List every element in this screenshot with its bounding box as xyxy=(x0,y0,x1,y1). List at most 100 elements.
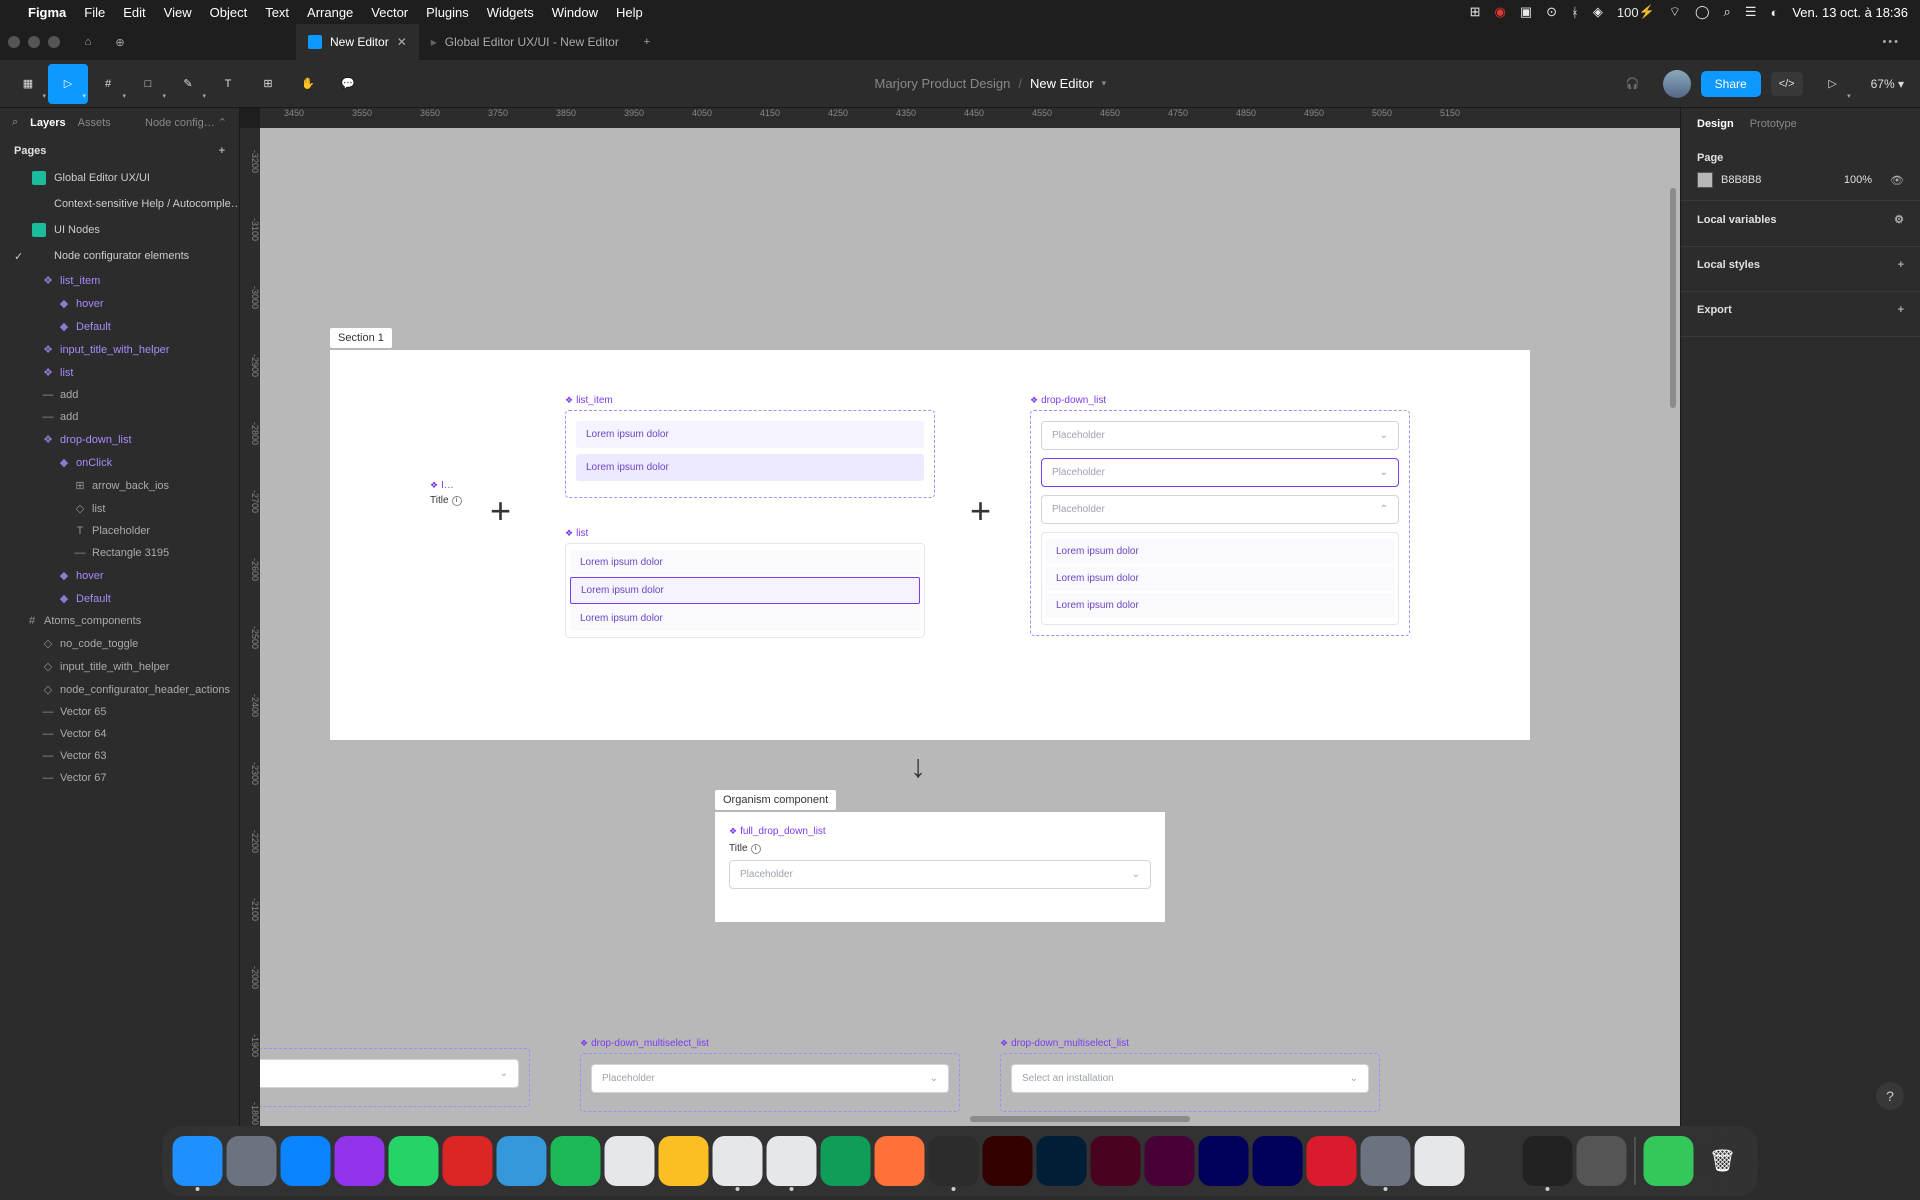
section-frame[interactable]: I… Titlei + list_item Lorem ipsum dolor … xyxy=(330,350,1530,740)
tab-new-editor[interactable]: New Editor ✕ xyxy=(296,24,419,60)
color-hex[interactable]: B8B8B8 xyxy=(1721,174,1761,186)
layer-row[interactable]: ◆Default xyxy=(0,315,239,338)
dock-app-creative-cloud[interactable] xyxy=(1307,1136,1357,1186)
menu-arrange[interactable]: Arrange xyxy=(307,5,353,20)
display-icon[interactable]: ▣ xyxy=(1520,4,1532,20)
share-button[interactable]: Share xyxy=(1701,71,1761,97)
wifi-icon[interactable]: ⌔ xyxy=(1669,4,1681,20)
audio-icon[interactable]: 🎧 xyxy=(1613,64,1653,104)
search-icon[interactable]: ⌕ xyxy=(12,116,18,129)
close-tab-icon[interactable]: ✕ xyxy=(397,35,407,49)
color-opacity[interactable]: 100% xyxy=(1844,174,1872,186)
dropdown-option[interactable]: Lorem ipsum dolor xyxy=(1046,539,1394,564)
dock-app-figma[interactable] xyxy=(929,1136,979,1186)
community-tab[interactable]: ⊕ xyxy=(106,28,134,56)
dev-mode-toggle[interactable]: </> xyxy=(1771,72,1803,96)
layer-row[interactable]: ◇list xyxy=(0,497,239,520)
shape-tool[interactable]: □▾ xyxy=(128,64,168,104)
mini-tab-1[interactable] xyxy=(138,28,166,56)
page-row[interactable]: Context-sensitive Help / Autocomple… xyxy=(0,191,239,217)
list-item-hover[interactable]: Lorem ipsum dolor xyxy=(576,454,924,481)
layer-row[interactable]: ◆hover xyxy=(0,564,239,587)
layers-tab[interactable]: Layers xyxy=(30,117,65,129)
layer-row[interactable]: ◆hover xyxy=(0,292,239,315)
mini-tab-2[interactable] xyxy=(170,28,198,56)
layer-row[interactable]: ❖input_title_with_helper xyxy=(0,338,239,361)
spotlight-icon[interactable]: ⌕ xyxy=(1724,4,1731,20)
traffic-lights[interactable] xyxy=(8,36,60,48)
layer-row[interactable]: —Vector 63 xyxy=(0,745,239,767)
tab-overflow-icon[interactable]: ••• xyxy=(1870,36,1912,48)
color-swatch[interactable] xyxy=(1697,172,1713,188)
avatar[interactable] xyxy=(1663,70,1691,98)
new-tab-button[interactable]: + xyxy=(633,28,661,56)
dropdown-option[interactable]: Lorem ipsum dolor xyxy=(1046,593,1394,618)
layer-row[interactable]: ◇node_configurator_header_actions xyxy=(0,678,239,701)
menu-view[interactable]: View xyxy=(164,5,192,20)
dock-app-fontbook[interactable] xyxy=(1415,1136,1465,1186)
dock-app-finder[interactable] xyxy=(173,1136,223,1186)
dock-app-facetime[interactable] xyxy=(1644,1136,1694,1186)
list-item[interactable]: Lorem ipsum dolor xyxy=(570,550,920,575)
layers-list[interactable]: ❖list_item◆hover◆Default❖input_title_wit… xyxy=(0,269,239,1126)
layer-row[interactable]: ◆Default xyxy=(0,587,239,610)
menu-plugins[interactable]: Plugins xyxy=(426,5,469,20)
list-item-default[interactable]: Lorem ipsum dolor xyxy=(576,421,924,448)
visibility-icon[interactable]: 👁 xyxy=(1890,174,1904,187)
dock-app-qq-browser[interactable] xyxy=(497,1136,547,1186)
menu-text[interactable]: Text xyxy=(265,5,289,20)
battery-icon[interactable]: 100⚡ xyxy=(1617,4,1655,20)
layer-row[interactable]: TPlaceholder xyxy=(0,520,239,542)
layer-row[interactable]: ❖list xyxy=(0,361,239,384)
layer-row[interactable]: ❖list_item xyxy=(0,269,239,292)
prototype-tab[interactable]: Prototype xyxy=(1750,118,1797,130)
scrollbar-horizontal[interactable] xyxy=(970,1116,1190,1122)
page-row[interactable]: UI Nodes xyxy=(0,217,239,243)
dock-app-acrobat[interactable] xyxy=(443,1136,493,1186)
dock-app-launchpad[interactable] xyxy=(227,1136,277,1186)
dropdown-default[interactable]: Placeholder⌄ xyxy=(1041,421,1399,450)
add-page-icon[interactable]: + xyxy=(219,145,225,157)
dock-app-aftereffects[interactable] xyxy=(1199,1136,1249,1186)
canvas-area[interactable]: 3450355036503750385039504050415042504350… xyxy=(240,108,1680,1126)
layer-row[interactable]: ❖drop-down_list xyxy=(0,428,239,451)
dock-app-slack[interactable] xyxy=(713,1136,763,1186)
zoom-level[interactable]: 67% ▾ xyxy=(1863,77,1912,91)
organism-frame[interactable]: full_drop_down_list Titlei Placeholder⌄ xyxy=(715,812,1165,922)
organism-label[interactable]: Organism component xyxy=(715,790,836,810)
control-center-icon[interactable]: ☰ xyxy=(1745,4,1757,20)
user-icon[interactable]: ◯ xyxy=(1695,4,1710,20)
layer-row[interactable]: ◆onClick xyxy=(0,451,239,474)
mini-tab-3[interactable] xyxy=(202,28,230,56)
multiselect-input[interactable]: ⌄ xyxy=(260,1059,519,1088)
dropbox-icon[interactable]: ◈ xyxy=(1593,4,1603,20)
menu-object[interactable]: Object xyxy=(210,5,248,20)
canvas[interactable]: Section 1 I… Titlei + list_item Lorem ip… xyxy=(260,128,1680,1126)
dock-trash[interactable]: 🗑 xyxy=(1698,1136,1748,1186)
layer-row[interactable]: —Vector 65 xyxy=(0,701,239,723)
dropdown-hover[interactable]: Placeholder⌄ xyxy=(1041,458,1399,487)
dock-app-mediaencoder[interactable] xyxy=(1253,1136,1303,1186)
assets-tab[interactable]: Assets xyxy=(78,117,111,129)
dock-app-hard-drive[interactable] xyxy=(1577,1136,1627,1186)
dropdown-open[interactable]: Placeholder⌃ xyxy=(1041,495,1399,524)
design-tab[interactable]: Design xyxy=(1697,118,1734,130)
frame-tool[interactable]: #▾ xyxy=(88,64,128,104)
dock-app-xd[interactable] xyxy=(1145,1136,1195,1186)
multiselect-input[interactable]: Select an installation⌄ xyxy=(1011,1064,1369,1093)
page-dropdown[interactable]: Node config… ⌃ xyxy=(123,116,227,129)
home-tab[interactable]: ⌂ xyxy=(74,28,102,56)
dock-app-drive[interactable] xyxy=(821,1136,871,1186)
bluetooth-icon[interactable]: ᚼ xyxy=(1571,5,1579,20)
section-label[interactable]: Section 1 xyxy=(330,328,392,348)
layer-row[interactable]: —add xyxy=(0,406,239,428)
siri-icon[interactable]: ◐ xyxy=(1770,5,1778,20)
layer-row[interactable]: —add xyxy=(0,384,239,406)
text-tool[interactable]: T xyxy=(208,64,248,104)
dock-app-photoshop[interactable] xyxy=(1037,1136,1087,1186)
menu-window[interactable]: Window xyxy=(552,5,598,20)
clock[interactable]: Ven. 13 oct. à 18:36 xyxy=(1792,5,1908,20)
layer-row[interactable]: #Atoms_components xyxy=(0,610,239,632)
layer-row[interactable]: —Vector 64 xyxy=(0,723,239,745)
dropdown-option[interactable]: Lorem ipsum dolor xyxy=(1046,566,1394,591)
